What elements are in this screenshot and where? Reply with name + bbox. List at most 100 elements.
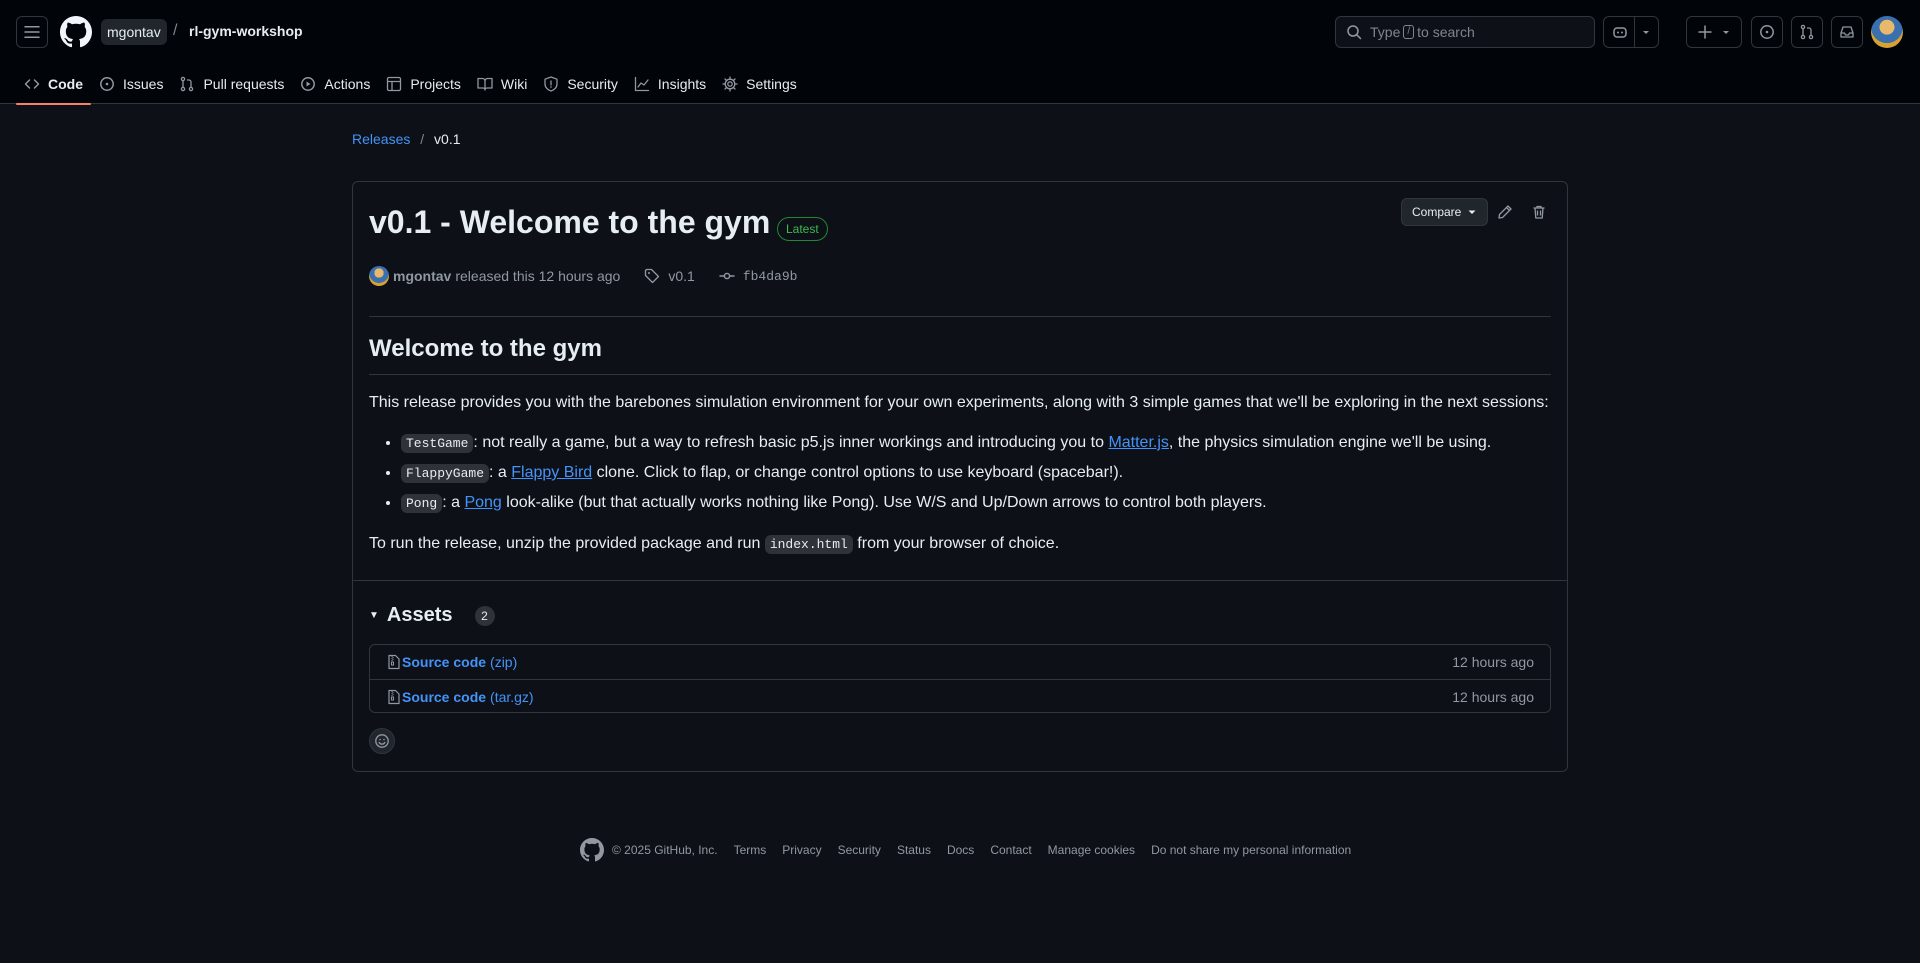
tab-label: Projects — [410, 76, 461, 92]
latest-badge: Latest — [777, 217, 828, 241]
commit-link[interactable]: fb4da9b — [719, 268, 797, 284]
pull-requests-button[interactable] — [1791, 16, 1823, 48]
inline-code: FlappyGame — [401, 464, 490, 483]
author-link[interactable]: mgontav — [393, 268, 451, 284]
edit-release-button[interactable] — [1493, 200, 1517, 224]
tab-issues[interactable]: Issues — [91, 68, 171, 100]
git-pull-request-icon — [181, 76, 194, 92]
repo-link[interactable]: rl-gym-workshop — [189, 23, 303, 39]
list-item-text: : a — [442, 494, 465, 511]
list-item-text: clone. Click to flap, or change control … — [592, 464, 1124, 481]
repo-nav: Code Issues Pull requests Actions Projec… — [16, 64, 805, 105]
tab-pull-requests[interactable]: Pull requests — [171, 68, 292, 100]
footer-link-docs[interactable]: Docs — [947, 843, 974, 857]
footer-link-contact[interactable]: Contact — [990, 843, 1031, 857]
search-prefix: Type — [1370, 24, 1401, 40]
search-suffix: to search — [1417, 24, 1475, 40]
footer: © 2025 GitHub, Inc. Terms Privacy Securi… — [580, 838, 1367, 862]
list-item-text: : a — [489, 464, 512, 481]
tab-label: Actions — [324, 76, 371, 92]
search-input[interactable]: Type / to search — [1335, 16, 1595, 48]
asset-time: 12 hours ago — [1452, 688, 1534, 705]
create-new-button[interactable] — [1686, 16, 1742, 48]
tag-link[interactable]: v0.1 — [644, 268, 695, 284]
asset-name[interactable]: Source code — [402, 654, 486, 670]
release-meta: mgontav released this 12 hours ago v0.1 … — [369, 264, 797, 288]
divider — [353, 580, 1567, 581]
tab-insights[interactable]: Insights — [626, 68, 714, 100]
global-header: mgontav / rl-gym-workshop Type / to sear… — [0, 0, 1920, 105]
matterjs-link[interactable]: Matter.js — [1108, 434, 1168, 451]
plus-icon — [1698, 25, 1712, 39]
tab-label: Wiki — [500, 76, 528, 92]
release-notes-heading: Welcome to the gym — [369, 332, 1551, 375]
assets-list: Source code (zip) 12 hours ago Source co… — [369, 644, 1551, 713]
github-logo-icon[interactable] — [580, 838, 604, 862]
author-avatar[interactable] — [369, 266, 389, 286]
assets-toggle[interactable]: ▼ Assets 2 — [369, 604, 495, 627]
release-card: Compare v0.1 - Welcome to the gym Latest… — [352, 181, 1568, 772]
footer-link-security[interactable]: Security — [838, 843, 881, 857]
tab-actions[interactable]: Actions — [292, 68, 378, 100]
asset-name[interactable]: Source code — [402, 689, 486, 705]
footer-link-status[interactable]: Status — [897, 843, 931, 857]
github-logo-icon[interactable] — [60, 16, 92, 48]
release-notes: Welcome to the gym This release provides… — [369, 332, 1551, 557]
tab-security[interactable]: Security — [535, 68, 626, 100]
menu-button[interactable] — [16, 16, 48, 48]
table-icon — [387, 76, 402, 92]
list-item-text: , the physics simulation engine we'll be… — [1168, 434, 1492, 451]
tab-label: Security — [567, 76, 618, 92]
owner-link[interactable]: mgontav — [101, 19, 167, 45]
tab-code[interactable]: Code — [16, 68, 91, 105]
pong-link[interactable]: Pong — [464, 494, 501, 511]
footer-copyright: © 2025 GitHub, Inc. — [612, 843, 718, 857]
issue-opened-icon — [1760, 25, 1774, 39]
gear-icon — [722, 76, 738, 92]
tab-settings[interactable]: Settings — [714, 68, 805, 100]
shield-icon — [544, 76, 558, 92]
compare-button[interactable]: Compare — [1401, 198, 1489, 226]
divider — [369, 316, 1551, 317]
triangle-down-icon: ▼ — [369, 610, 379, 621]
footer-link-terms[interactable]: Terms — [734, 843, 767, 857]
copilot-button[interactable] — [1603, 16, 1659, 48]
git-pull-request-icon — [1800, 24, 1814, 40]
book-icon — [477, 77, 493, 91]
issues-button[interactable] — [1751, 16, 1783, 48]
asset-time: 12 hours ago — [1452, 654, 1534, 670]
add-reaction-button[interactable] — [369, 728, 395, 754]
issue-opened-icon — [100, 77, 114, 91]
footer-link-privacy[interactable]: Privacy — [782, 843, 821, 857]
footer-link-manage-cookies[interactable]: Manage cookies — [1048, 843, 1135, 857]
compare-label: Compare — [1412, 205, 1462, 219]
chevron-down-icon — [1642, 31, 1649, 34]
copilot-icon — [1612, 27, 1627, 38]
tab-label: Code — [48, 76, 83, 92]
breadcrumb-separator: / — [420, 131, 425, 147]
assets-label: Assets — [386, 604, 453, 626]
pencil-icon — [1498, 205, 1512, 219]
inline-code: Pong — [401, 494, 443, 513]
assets-count: 2 — [474, 605, 495, 626]
breadcrumb-releases-link[interactable]: Releases — [352, 131, 410, 147]
search-icon — [1347, 25, 1362, 40]
run-text: To run the release, unzip the provided p… — [369, 535, 765, 552]
tab-wiki[interactable]: Wiki — [469, 68, 535, 100]
file-zip-icon — [388, 689, 400, 704]
smiley-icon — [375, 734, 389, 748]
asset-row[interactable]: Source code (zip) 12 hours ago — [370, 645, 1550, 679]
tab-projects[interactable]: Projects — [378, 68, 469, 100]
search-shortcut-key: / — [1403, 25, 1415, 39]
footer-link-do-not-share[interactable]: Do not share my personal information — [1151, 843, 1351, 857]
flappy-bird-link[interactable]: Flappy Bird — [511, 464, 592, 481]
release-notes-intro: This release provides you with the bareb… — [369, 394, 1549, 411]
inbox-button[interactable] — [1831, 16, 1863, 48]
play-icon — [301, 77, 316, 91]
user-avatar[interactable] — [1871, 16, 1903, 48]
path-separator: / — [173, 22, 178, 39]
asset-row[interactable]: Source code (tar.gz) 12 hours ago — [370, 679, 1550, 713]
chevron-down-icon — [1468, 210, 1476, 214]
breadcrumb-current: v0.1 — [434, 131, 461, 147]
delete-release-button[interactable] — [1527, 200, 1551, 224]
